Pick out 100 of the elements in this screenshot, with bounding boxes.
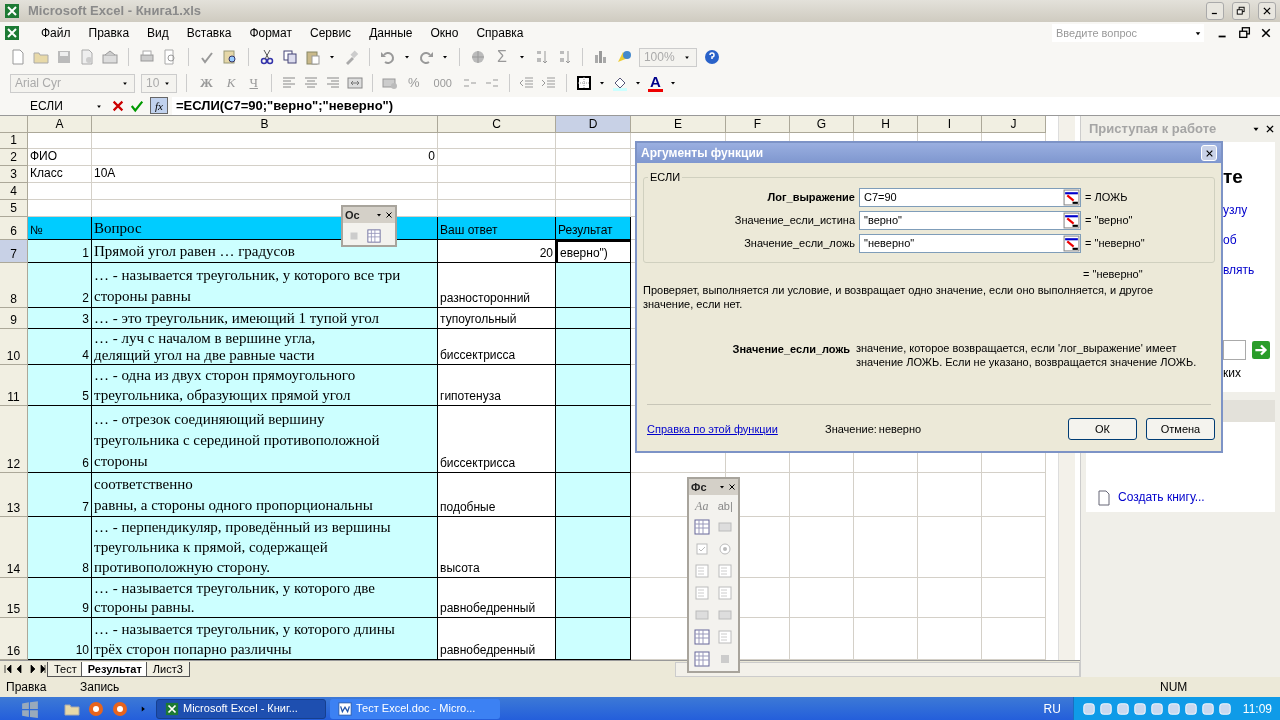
table-cell[interactable] <box>556 406 631 473</box>
row-header[interactable]: 12 <box>0 406 28 473</box>
table-cell[interactable]: № <box>28 217 92 240</box>
save-icon[interactable] <box>56 49 72 65</box>
help-link[interactable]: Справка по этой функции <box>647 420 825 438</box>
table-cell[interactable]: Класс <box>28 166 92 183</box>
column-header[interactable]: F <box>726 116 790 133</box>
table-cell[interactable]: равнобедренный <box>438 578 556 618</box>
table-cell[interactable]: 8 <box>28 517 92 578</box>
document-icon[interactable] <box>1096 490 1112 506</box>
table-cell[interactable] <box>556 618 631 660</box>
list-tool-icon[interactable] <box>717 585 734 601</box>
close-button[interactable] <box>1258 2 1276 20</box>
row-header[interactable]: 15 <box>0 578 28 618</box>
argument-field[interactable]: "верно" <box>859 211 1081 230</box>
caret-icon[interactable] <box>328 53 336 61</box>
column-header[interactable]: J <box>982 116 1046 133</box>
range-select-icon[interactable] <box>1063 189 1080 206</box>
table-cell[interactable]: гипотенуза <box>438 365 556 406</box>
close-icon[interactable] <box>385 211 393 219</box>
column-header[interactable]: B <box>92 116 438 133</box>
formula-field[interactable]: =ЕСЛИ(C7=90;"верно";"неверно") <box>172 96 1280 115</box>
merge-icon[interactable] <box>346 75 363 91</box>
table-cell[interactable]: Ваш ответ <box>438 217 556 240</box>
tray-app-icon[interactable] <box>1217 701 1232 716</box>
menu-item[interactable]: Правка <box>79 24 139 42</box>
language-indicator[interactable]: RU <box>1043 699 1061 718</box>
table-cell[interactable] <box>556 329 631 365</box>
table-cell[interactable]: … - называется треугольник, у которого длины трёх сторон попарно различны <box>92 618 438 660</box>
sheet-tab[interactable]: Результат <box>80 661 149 677</box>
paste-icon[interactable] <box>305 49 321 65</box>
indent-icon[interactable] <box>540 75 557 91</box>
pane-link[interactable]: узлу <box>1223 202 1275 218</box>
taskbar-button[interactable]: Тест Excel.doc - Micro... <box>330 698 500 719</box>
table-cell[interactable] <box>556 473 631 517</box>
search-field[interactable] <box>1223 340 1246 360</box>
menu-item[interactable]: Вставка <box>177 24 241 42</box>
permission-icon[interactable] <box>79 49 95 65</box>
fill-color-icon[interactable] <box>611 75 628 91</box>
argument-field[interactable]: "неверно" <box>859 234 1081 253</box>
table-cell[interactable]: … - называется треугольник, у которого все три стороны равны <box>92 263 438 308</box>
sheet-tab[interactable]: Тест <box>47 661 84 677</box>
excel-icon[interactable] <box>4 25 20 41</box>
caret-icon[interactable] <box>403 53 411 61</box>
row-header[interactable]: 2 <box>0 149 28 166</box>
chart-icon[interactable] <box>592 49 609 65</box>
row-header[interactable]: 11 <box>0 365 28 406</box>
tray-app-icon[interactable] <box>1132 701 1147 716</box>
tray-app-icon[interactable] <box>1149 701 1164 716</box>
copy-icon[interactable] <box>282 49 298 65</box>
create-workbook-link[interactable]: Создать книгу... <box>1118 488 1205 506</box>
close-icon[interactable] <box>728 483 736 491</box>
align-left-icon[interactable] <box>280 75 297 91</box>
range-select-icon[interactable] <box>1063 212 1080 229</box>
button-tool-icon[interactable] <box>693 607 710 623</box>
caret-icon[interactable] <box>597 79 606 87</box>
tray-app-icon[interactable] <box>1200 701 1215 716</box>
help-icon[interactable] <box>703 49 720 65</box>
restore-icon[interactable] <box>1236 6 1246 16</box>
table-cell[interactable]: высота <box>438 517 556 578</box>
table-cell[interactable]: тупоугольный <box>438 308 556 329</box>
pane-link[interactable]: об <box>1223 232 1275 248</box>
grid-icon[interactable] <box>693 629 710 645</box>
list-tool-icon[interactable] <box>693 585 710 601</box>
caret-icon[interactable] <box>668 79 677 87</box>
table-cell[interactable]: Прямой угол равен … градусов <box>92 240 438 263</box>
column-header[interactable]: D <box>556 116 631 133</box>
button-tool-icon[interactable] <box>717 519 734 535</box>
grid-icon[interactable] <box>693 519 710 535</box>
column-header[interactable]: E <box>631 116 726 133</box>
tray-app-icon[interactable] <box>1098 701 1113 716</box>
print-preview-icon[interactable] <box>162 49 178 65</box>
list-tool-icon[interactable] <box>693 563 710 579</box>
caret-icon[interactable] <box>517 53 526 61</box>
scissors-icon[interactable] <box>259 49 275 65</box>
row-header[interactable]: 1 <box>0 133 28 149</box>
range-select-icon[interactable] <box>1063 235 1080 252</box>
cancel-icon[interactable] <box>111 98 125 113</box>
tray-app-icon[interactable] <box>1081 701 1096 716</box>
column-header[interactable]: C <box>438 116 556 133</box>
list-tool-icon[interactable] <box>717 629 734 645</box>
drawing-icon[interactable] <box>615 49 632 65</box>
align-right-icon[interactable] <box>324 75 341 91</box>
caret-icon[interactable] <box>633 79 642 87</box>
caret-icon[interactable] <box>718 483 726 491</box>
table-cell[interactable]: 0 <box>92 149 438 166</box>
row-header[interactable]: 13 <box>0 473 28 517</box>
table-cell[interactable]: 20 <box>438 240 556 263</box>
align-center-icon[interactable] <box>302 75 319 91</box>
table-cell[interactable] <box>556 308 631 329</box>
table-cell[interactable]: 7 <box>28 473 92 517</box>
browser-icon[interactable] <box>88 700 104 717</box>
table-cell[interactable]: 4 <box>28 329 92 365</box>
tray-app-icon[interactable] <box>1166 701 1181 716</box>
table-cell[interactable]: 2 <box>28 263 92 308</box>
row-header[interactable]: 4 <box>0 183 28 200</box>
word-icon[interactable] <box>338 701 352 716</box>
table-cell[interactable]: … - называется треугольник, у которого две стороны равны. <box>92 578 438 618</box>
menu-item[interactable]: Сервис <box>301 24 361 42</box>
button-tool-icon[interactable] <box>717 607 734 623</box>
